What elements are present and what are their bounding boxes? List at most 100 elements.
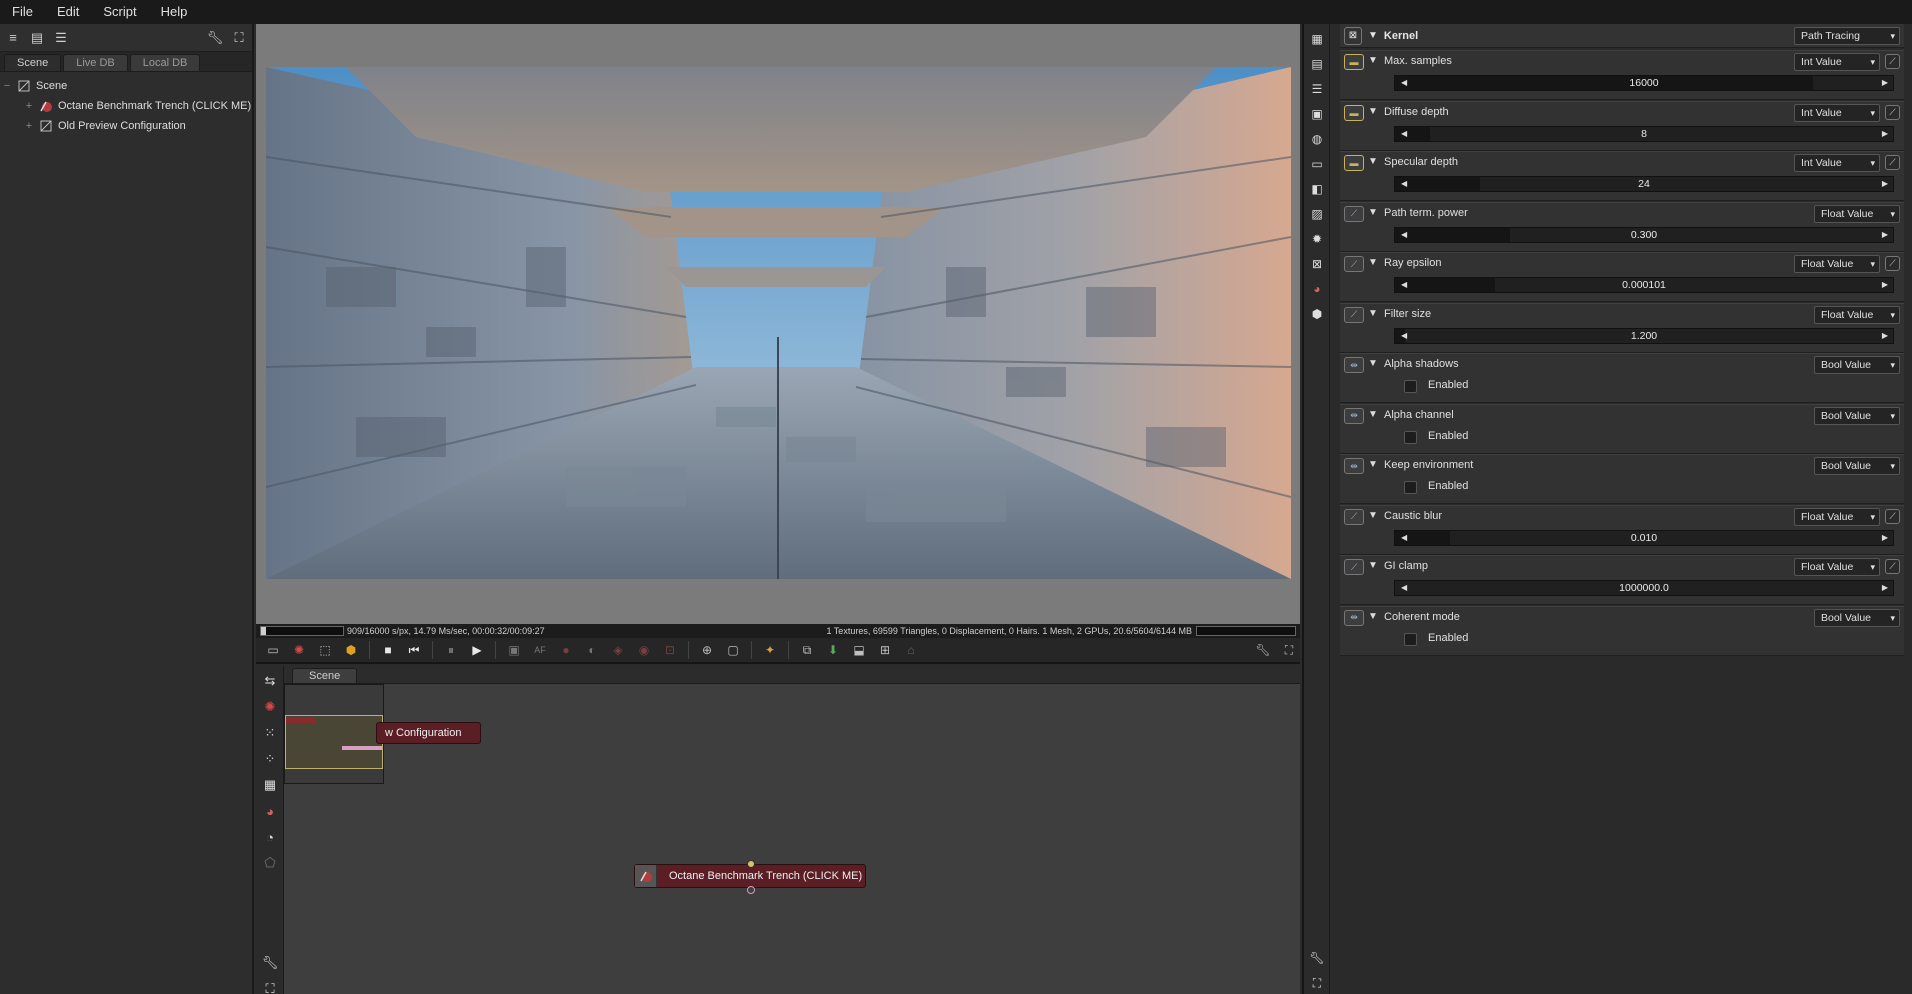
tree-row-scene[interactable]: − Scene: [0, 76, 252, 96]
autofocus-icon[interactable]: AF: [529, 640, 551, 660]
collapse-toggle-icon[interactable]: −: [0, 80, 14, 92]
value-type-select[interactable]: Bool Value ▾: [1814, 406, 1900, 425]
tab-local-db[interactable]: Local DB: [129, 54, 201, 71]
fullscreen-icon[interactable]: ⛶: [1306, 972, 1328, 994]
crop-icon[interactable]: ⊡: [659, 640, 681, 660]
wrench-icon[interactable]: 🔧︎: [259, 952, 281, 974]
menu-help[interactable]: Help: [149, 0, 200, 24]
fullscreen-icon[interactable]: ⛶: [259, 978, 281, 994]
kernel-icon[interactable]: ⊠: [1306, 253, 1328, 275]
stack-icon[interactable]: ▤: [28, 29, 46, 47]
increment-arrow-icon[interactable]: ▶: [1882, 76, 1888, 90]
kernel-type-select[interactable]: Path Tracing ▾: [1794, 26, 1900, 45]
menu-file[interactable]: File: [0, 0, 45, 24]
stop-icon[interactable]: ■: [377, 640, 399, 660]
increment-arrow-icon[interactable]: ▶: [1882, 127, 1888, 141]
animate-icon[interactable]: ⟋: [1885, 155, 1900, 170]
output-pin[interactable]: [747, 886, 755, 894]
wrench-icon[interactable]: 🔧︎: [1306, 947, 1328, 969]
increment-arrow-icon[interactable]: ▶: [1882, 228, 1888, 242]
value-type-select[interactable]: Float Value ▾: [1814, 204, 1900, 223]
tab-live-db[interactable]: Live DB: [63, 54, 128, 71]
increment-arrow-icon[interactable]: ▶: [1882, 278, 1888, 292]
color-cube-icon[interactable]: ⬢: [340, 640, 362, 660]
tree-row-benchmark[interactable]: + Octane Benchmark Trench (CLICK ME): [0, 96, 252, 116]
node-minimap[interactable]: [284, 684, 384, 784]
white-balance-icon[interactable]: ◉: [633, 640, 655, 660]
mesh-icon[interactable]: ▦: [259, 774, 281, 796]
layers-icon[interactable]: ☰: [52, 29, 70, 47]
material-icon[interactable]: ◕: [259, 800, 281, 822]
wrench-icon[interactable]: 🔧︎: [1252, 640, 1274, 660]
animate-icon[interactable]: ⟋: [1885, 508, 1900, 524]
expand-toggle-icon[interactable]: +: [22, 100, 36, 112]
collapse-arrow-icon[interactable]: ▼: [1368, 459, 1378, 470]
slider-value[interactable]: 8: [1395, 127, 1893, 141]
play-icon[interactable]: ▶: [466, 640, 488, 660]
camera-icon[interactable]: ▭: [262, 640, 284, 660]
pause-icon[interactable]: ⏸: [440, 640, 462, 660]
fullscreen-icon[interactable]: ⛶: [1278, 640, 1300, 660]
slider-value[interactable]: 1000000.0: [1395, 581, 1893, 595]
arrange-icon[interactable]: ⇆: [259, 670, 281, 692]
slider-value[interactable]: 0.000101: [1395, 278, 1893, 292]
restart-render-icon[interactable]: ✺: [288, 640, 310, 660]
texture-icon[interactable]: ◍: [1306, 128, 1328, 150]
collapse-arrow-icon[interactable]: ▼: [1368, 55, 1378, 66]
float-value-icon[interactable]: ⟋: [1344, 508, 1364, 525]
copy-icon[interactable]: ⧉: [796, 640, 818, 660]
bool-value-icon[interactable]: ⇹: [1344, 357, 1364, 373]
collapse-tree-icon[interactable]: ≡: [4, 29, 22, 47]
value-slider[interactable]: ◀ 8 ▶: [1394, 125, 1894, 142]
collapse-arrow-icon[interactable]: ▼: [1368, 510, 1378, 521]
float-value-icon[interactable]: ⟋: [1344, 306, 1364, 323]
node-benchmark-trench[interactable]: Octane Benchmark Trench (CLICK ME): [634, 860, 866, 894]
slider-value[interactable]: 0.300: [1395, 228, 1893, 242]
camera-icon[interactable]: ▣: [1306, 103, 1328, 125]
save-render-icon[interactable]: ⬇: [822, 640, 844, 660]
imager-icon[interactable]: ▭: [1306, 153, 1328, 175]
value-type-select[interactable]: Int Value ▾: [1794, 103, 1880, 122]
value-type-select[interactable]: Float Value ▾: [1814, 305, 1900, 324]
collapse-arrow-icon[interactable]: ▼: [1368, 611, 1378, 622]
value-slider[interactable]: ◀ 1000000.0 ▶: [1394, 580, 1894, 596]
lock-icon[interactable]: ✦: [759, 640, 781, 660]
render-settings-icon[interactable]: ▦: [1306, 28, 1328, 50]
enabled-checkbox[interactable]: [1404, 632, 1417, 646]
value-slider[interactable]: ◀ 0.000101 ▶: [1394, 277, 1894, 293]
collapse-arrow-icon[interactable]: ▼: [1368, 560, 1378, 571]
slider-value[interactable]: 1.200: [1395, 329, 1893, 343]
render-target-icon[interactable]: ✺: [259, 696, 281, 718]
node-graph-editor[interactable]: ⇆ ✺ ⁙ ⁘ ▦ ◕ ◔ ⬠ 🔧︎ ⛶ Scene w Configurati…: [256, 666, 1300, 994]
enabled-checkbox[interactable]: [1404, 481, 1417, 494]
value-type-select[interactable]: Int Value ▾: [1794, 154, 1880, 172]
int-value-icon[interactable]: ▬: [1344, 104, 1364, 121]
menu-edit[interactable]: Edit: [45, 0, 91, 24]
bool-value-icon[interactable]: ⇹: [1344, 407, 1364, 424]
object-icon[interactable]: ⬢: [1306, 303, 1328, 325]
increment-arrow-icon[interactable]: ▶: [1882, 329, 1888, 343]
float-value-icon[interactable]: ⟋: [1344, 205, 1364, 222]
fullscreen-icon[interactable]: ⛶: [230, 29, 248, 47]
value-slider[interactable]: ◀ 0.010 ▶: [1394, 529, 1894, 546]
value-slider[interactable]: ◀ 0.300 ▶: [1394, 226, 1894, 243]
collapse-arrow-icon[interactable]: ▼: [1368, 30, 1378, 41]
collapse-arrow-icon[interactable]: ▼: [1368, 409, 1378, 420]
layers-icon[interactable]: ☰: [1306, 78, 1328, 100]
environment-icon[interactable]: ◧: [1306, 178, 1328, 200]
bool-value-icon[interactable]: ⇹: [1344, 458, 1364, 474]
material-picker-icon[interactable]: ●: [555, 640, 577, 660]
collapse-arrow-icon[interactable]: ▼: [1368, 358, 1378, 369]
collapse-arrow-icon[interactable]: ▼: [1368, 156, 1378, 167]
value-slider[interactable]: ◀ 1.200 ▶: [1394, 327, 1894, 344]
value-type-select[interactable]: Int Value ▾: [1794, 53, 1880, 71]
geometry-icon[interactable]: ⬠: [259, 852, 281, 874]
group-icon[interactable]: ⁙: [259, 722, 281, 744]
value-type-select[interactable]: Float Value ▾: [1794, 255, 1880, 273]
minimap-viewport[interactable]: [285, 715, 383, 769]
wrench-icon[interactable]: 🔧︎: [206, 29, 224, 47]
collapse-arrow-icon[interactable]: ▼: [1368, 308, 1378, 319]
collapse-arrow-icon[interactable]: ▼: [1368, 257, 1378, 268]
display-icon[interactable]: ▣: [503, 640, 525, 660]
image-icon[interactable]: ▨: [1306, 203, 1328, 225]
